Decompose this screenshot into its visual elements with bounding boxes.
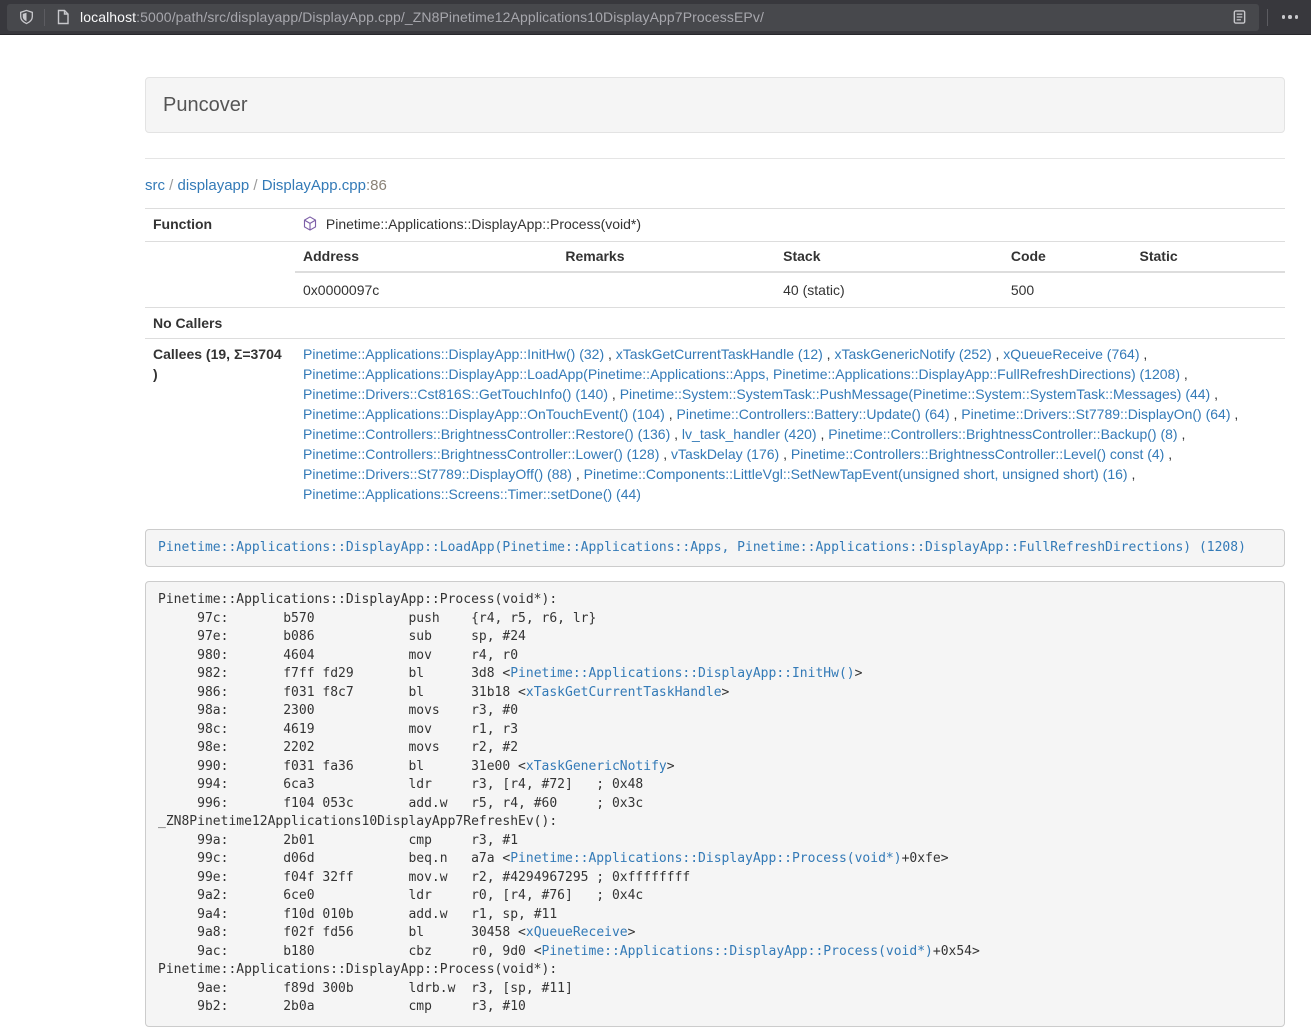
- url-host: localhost: [80, 9, 136, 25]
- page-title: Puncover: [163, 94, 248, 116]
- callee-link[interactable]: Pinetime::Drivers::St7789::DisplayOn() (…: [961, 406, 1230, 422]
- asm-symbol-link[interactable]: xTaskGetCurrentTaskHandle: [526, 685, 722, 700]
- breadcrumb-line-number: :86: [366, 177, 387, 194]
- browser-toolbar: localhost:5000/path/src/displayapp/Displ…: [0, 0, 1311, 35]
- asm-symbol-link[interactable]: Pinetime::Applications::DisplayApp::Proc…: [510, 851, 901, 866]
- callee-link[interactable]: Pinetime::Applications::DisplayApp::Init…: [303, 346, 604, 362]
- breadcrumb-link[interactable]: src: [145, 177, 165, 194]
- callees-label: Callees (19, Σ=3704 ): [145, 339, 295, 510]
- toolbar-divider: [1267, 9, 1268, 26]
- page-title-box: Puncover: [145, 77, 1285, 133]
- callee-link[interactable]: vTaskDelay (176): [671, 446, 779, 462]
- callee-link[interactable]: xTaskGenericNotify (252): [834, 346, 991, 362]
- url-path: :5000/path/src/displayapp/DisplayApp.cpp…: [136, 9, 764, 25]
- highlighted-callee-link[interactable]: Pinetime::Applications::DisplayApp::Load…: [158, 540, 1246, 555]
- callee-link[interactable]: Pinetime::Components::LittleVgl::SetNewT…: [584, 466, 1128, 482]
- stats-table: AddressRemarksStackCodeStatic0x0000097c4…: [295, 242, 1285, 307]
- overflow-menu-icon[interactable]: [1276, 15, 1305, 19]
- stats-header: Code: [1003, 242, 1132, 272]
- callee-link[interactable]: lv_task_handler (420): [682, 426, 817, 442]
- highlighted-callee-box: Pinetime::Applications::DisplayApp::Load…: [145, 529, 1285, 567]
- stats-header: Stack: [775, 242, 1003, 272]
- stats-cell: AddressRemarksStackCodeStatic0x0000097c4…: [295, 242, 1285, 308]
- asm-symbol-link[interactable]: xTaskGenericNotify: [526, 759, 667, 774]
- stats-value-row: 0x0000097c 40 (static)500: [295, 272, 1285, 307]
- callee-link[interactable]: xTaskGetCurrentTaskHandle (12): [616, 346, 823, 362]
- tracking-protection-shield-icon[interactable]: [16, 7, 36, 27]
- breadcrumb-link[interactable]: displayapp: [178, 177, 250, 194]
- callee-link[interactable]: Pinetime::Controllers::Battery::Update()…: [677, 406, 950, 422]
- callee-link[interactable]: Pinetime::Drivers::St7789::DisplayOff() …: [303, 466, 572, 482]
- function-table: Function Pinetime::Applications::Display…: [145, 208, 1285, 509]
- asm-symbol-link[interactable]: xQueueReceive: [526, 925, 628, 940]
- callees-list: Pinetime::Applications::DisplayApp::Init…: [295, 339, 1285, 510]
- callee-link[interactable]: Pinetime::Drivers::Cst816S::GetTouchInfo…: [303, 386, 608, 402]
- function-row: Function Pinetime::Applications::Display…: [145, 209, 1285, 242]
- callee-link[interactable]: Pinetime::Applications::DisplayApp::OnTo…: [303, 406, 665, 422]
- callers-row: No Callers: [145, 308, 1285, 339]
- breadcrumb-separator: /: [249, 177, 262, 194]
- no-callers-label: No Callers: [145, 308, 295, 339]
- callee-link[interactable]: Pinetime::Controllers::BrightnessControl…: [303, 426, 670, 442]
- stats-header-row: AddressRemarksStackCodeStatic: [295, 242, 1285, 272]
- callee-link[interactable]: xQueueReceive (764): [1003, 346, 1139, 362]
- disassembly-listing: Pinetime::Applications::DisplayApp::Proc…: [145, 581, 1285, 1026]
- url-bar[interactable]: localhost:5000/path/src/displayapp/Displ…: [7, 4, 1259, 31]
- reader-mode-icon[interactable]: [1230, 7, 1250, 27]
- page-content: Puncover src / displayapp / DisplayApp.c…: [145, 77, 1285, 1027]
- stats-row: AddressRemarksStackCodeStatic0x0000097c4…: [145, 242, 1285, 308]
- callers-cell: [295, 308, 1285, 339]
- stats-value: [1132, 272, 1285, 307]
- stats-row-spacer: [145, 242, 295, 308]
- divider: [145, 158, 1285, 159]
- callee-link[interactable]: Pinetime::Applications::Screens::Timer::…: [303, 486, 641, 502]
- toolbar-divider: [44, 9, 45, 26]
- callee-link[interactable]: Pinetime::Controllers::BrightnessControl…: [791, 446, 1164, 462]
- callee-link[interactable]: Pinetime::System::SystemTask::PushMessag…: [620, 386, 1211, 402]
- symbol-cube-icon: [303, 218, 321, 234]
- stats-value: 500: [1003, 272, 1132, 307]
- stats-value: [557, 272, 775, 307]
- stats-header: Remarks: [557, 242, 775, 272]
- function-name-cell: Pinetime::Applications::DisplayApp::Proc…: [295, 209, 1285, 242]
- page-icon[interactable]: [53, 7, 73, 27]
- callee-link[interactable]: Pinetime::Controllers::BrightnessControl…: [303, 446, 659, 462]
- breadcrumb: src / displayapp / DisplayApp.cpp:86: [145, 177, 1285, 194]
- asm-symbol-link[interactable]: Pinetime::Applications::DisplayApp::Init…: [510, 666, 854, 681]
- stats-value: 0x0000097c: [295, 272, 557, 307]
- function-name: Pinetime::Applications::DisplayApp::Proc…: [326, 216, 641, 232]
- breadcrumb-link[interactable]: DisplayApp.cpp: [262, 177, 366, 194]
- stats-header: Address: [295, 242, 557, 272]
- callee-link[interactable]: Pinetime::Controllers::BrightnessControl…: [828, 426, 1177, 442]
- stats-header: Static: [1132, 242, 1285, 272]
- callee-link[interactable]: Pinetime::Applications::DisplayApp::Load…: [303, 366, 1180, 382]
- breadcrumb-separator: /: [165, 177, 178, 194]
- asm-symbol-link[interactable]: Pinetime::Applications::DisplayApp::Proc…: [542, 944, 933, 959]
- callees-row: Callees (19, Σ=3704 ) Pinetime::Applicat…: [145, 339, 1285, 510]
- stats-value: 40 (static): [775, 272, 1003, 307]
- function-label: Function: [145, 209, 295, 242]
- url-text[interactable]: localhost:5000/path/src/displayapp/Displ…: [80, 9, 1230, 25]
